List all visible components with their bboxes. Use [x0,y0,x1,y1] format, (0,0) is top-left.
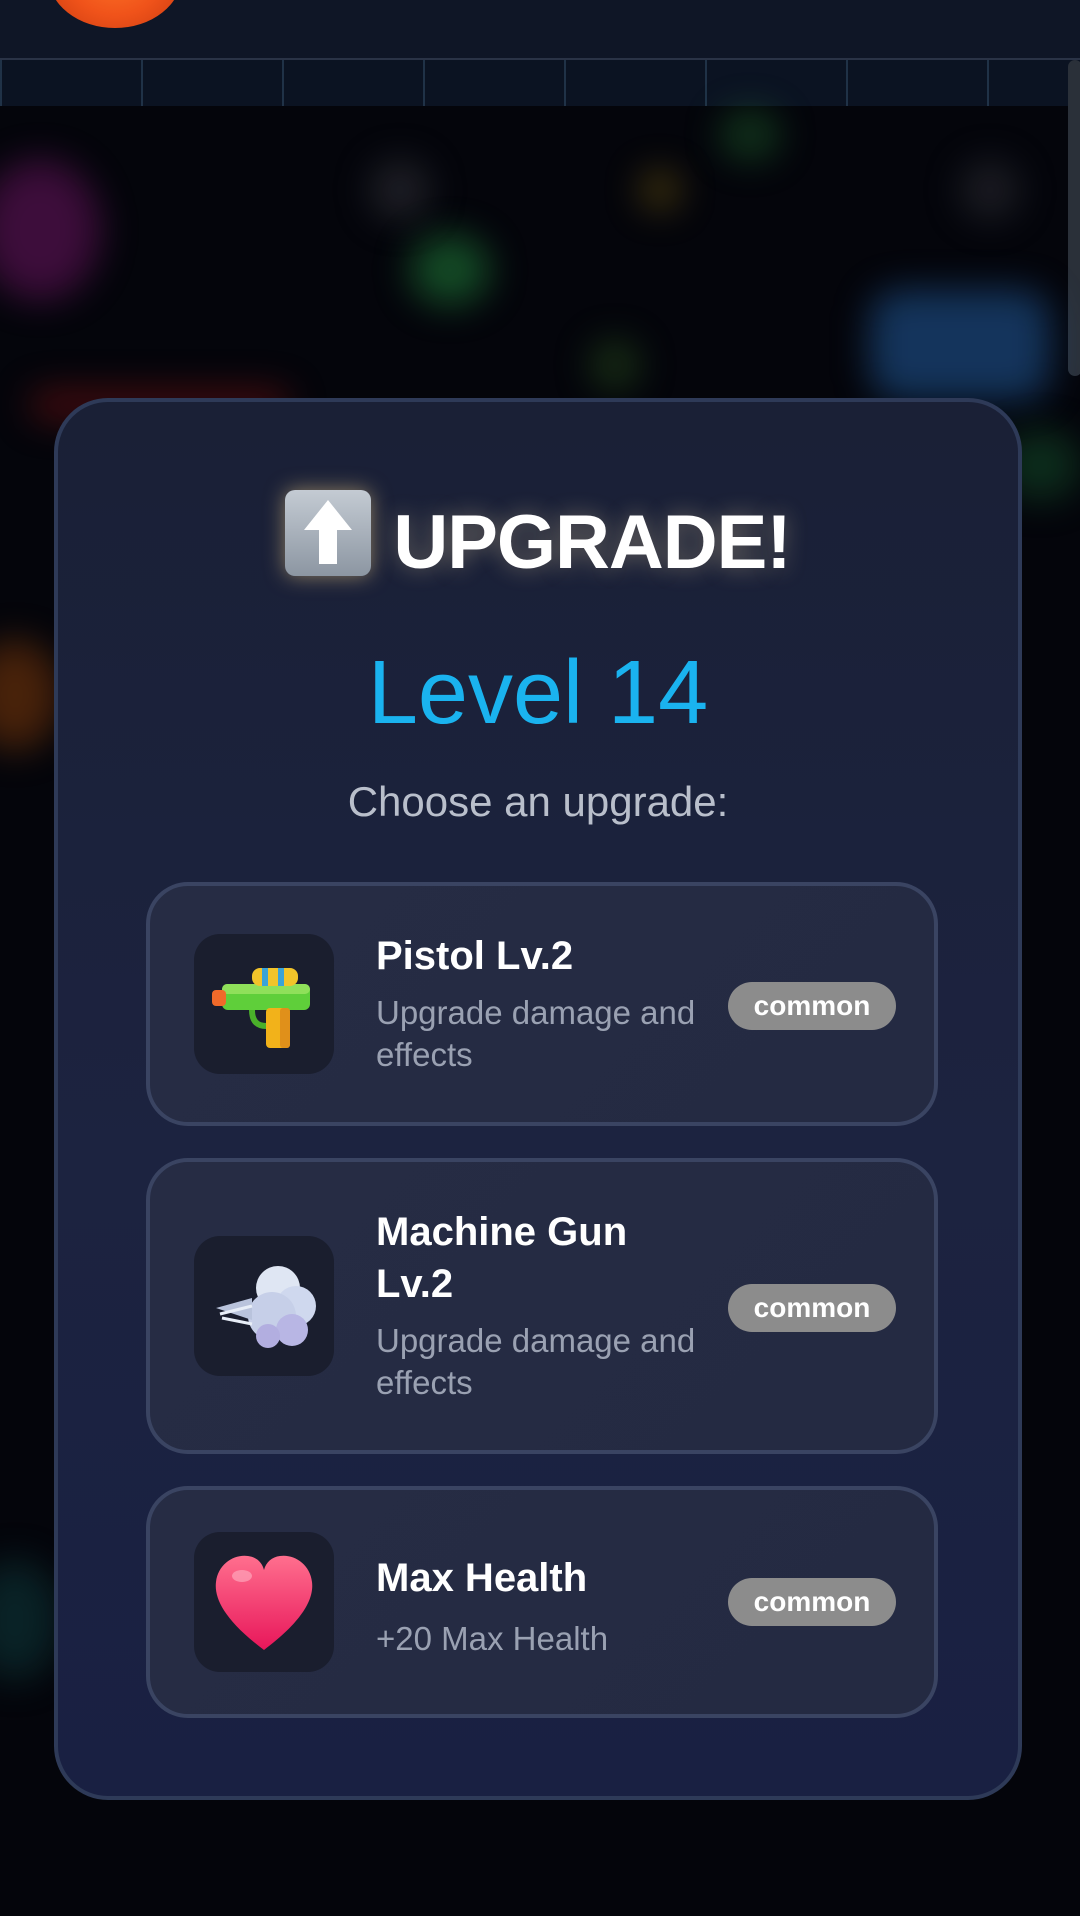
rarity-badge: common [728,1284,896,1332]
option-name: Max Health [376,1556,588,1600]
option-description: Upgrade damage and effects [376,994,696,1073]
scrollbar[interactable] [1068,60,1080,376]
background-blur-blob [0,1560,60,1680]
background-blur-blob [960,160,1020,220]
player-orb [48,0,182,28]
upgrade-option-machine-gun[interactable]: Machine Gun Lv.2 Upgrade damage and effe… [146,1158,938,1454]
modal-title-text: UPGRADE! [393,500,791,585]
background-blur-blob [720,110,780,160]
up-arrow-icon [285,490,372,576]
background-blur-blob [590,340,640,390]
game-header-bar [0,0,1080,60]
option-description: +20 Max Health [376,1620,609,1657]
water-pistol-icon [212,968,310,1048]
option-description: Upgrade damage and effects [376,1322,696,1401]
background-blur-blob [0,160,100,300]
upgrade-option-pistol[interactable]: Pistol Lv.2 Upgrade damage and effects c… [146,882,938,1126]
background-blur-blob [370,160,430,220]
upgrade-modal: UPGRADE! Level 14 Choose an upgrade: Pis… [54,398,1022,1800]
game-screen: UPGRADE! Level 14 Choose an upgrade: Pis… [0,0,1080,1916]
background-blur-blob [640,170,680,210]
option-icon-box [194,1236,334,1376]
arena-grid-strip [0,60,1080,106]
upgrade-option-max-health[interactable]: Max Health +20 Max Health common [146,1486,938,1718]
rarity-badge: common [728,982,896,1030]
option-name: Pistol Lv.2 [376,934,574,978]
heart-icon [215,1555,313,1650]
wind-puff-icon [216,1266,316,1348]
background-blur-blob [410,235,490,305]
option-name: Machine Gun Lv.2 [376,1210,628,1306]
option-text: Machine Gun Lv.2 Upgrade damage and effe… [376,1206,696,1404]
option-text: Pistol Lv.2 Upgrade damage and effects [376,930,696,1076]
background-blur-blob [870,290,1050,400]
level-label: Level 14 [367,643,709,743]
rarity-badge: common [728,1578,896,1626]
background-blur-blob [0,640,60,750]
choose-prompt: Choose an upgrade: [347,778,729,825]
option-icon-box [194,1532,334,1672]
option-text: Max Health +20 Max Health [376,1552,696,1660]
option-icon-box [194,934,334,1074]
modal-title: UPGRADE! [58,490,1018,586]
